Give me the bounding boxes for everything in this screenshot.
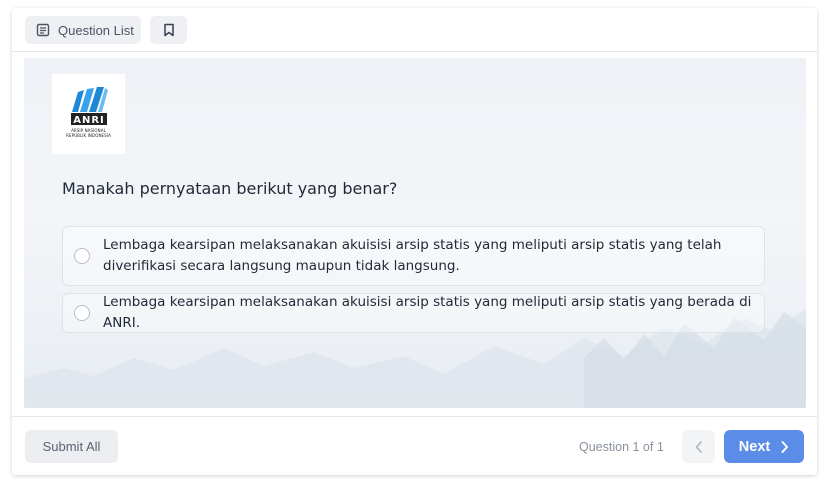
next-button[interactable]: Next	[724, 430, 804, 463]
question-list-button[interactable]: Question List	[25, 16, 141, 44]
question-list-label: Question List	[58, 22, 134, 38]
bookmark-button[interactable]	[150, 16, 187, 44]
radio-button-1[interactable]	[74, 248, 90, 264]
next-label: Next	[738, 438, 771, 455]
question-panel: ANRI ARSIP NASIONAL REPUBLIK INDONESIA M…	[24, 58, 806, 408]
answer-option-text-1: Lembaga kearsipan melaksanakan akuisisi …	[103, 237, 722, 274]
chevron-right-icon	[781, 440, 789, 453]
logo-acronym: ANRI	[73, 115, 105, 126]
answer-option-2[interactable]: Lembaga kearsipan melaksanakan akuisisi …	[62, 293, 765, 333]
submit-all-button[interactable]: Submit All	[25, 430, 118, 463]
question-counter: Question 1 of 1	[579, 440, 664, 454]
previous-button[interactable]	[682, 430, 715, 463]
anri-logo: ANRI ARSIP NASIONAL REPUBLIK INDONESIA	[52, 74, 125, 154]
bookmark-icon	[163, 23, 174, 37]
question-text: Manakah pernyataan berikut yang benar?	[62, 179, 398, 198]
list-icon	[36, 23, 50, 37]
anri-emblem-icon: ANRI	[70, 87, 108, 126]
footer-bar: Submit All Question 1 of 1 Next	[12, 416, 817, 475]
answer-option-1[interactable]: Lembaga kearsipan melaksanakan akuisisi …	[62, 226, 765, 286]
top-bar: Question List	[12, 8, 817, 52]
radio-button-2[interactable]	[74, 305, 90, 321]
logo-line-2: REPUBLIK INDONESIA	[66, 133, 111, 138]
quiz-window: Question List ANRI ARSIP NASIONAL REPUBL…	[12, 8, 817, 475]
chevron-left-icon	[695, 440, 702, 453]
answer-option-text-2: Lembaga kearsipan melaksanakan akuisisi …	[103, 294, 752, 331]
